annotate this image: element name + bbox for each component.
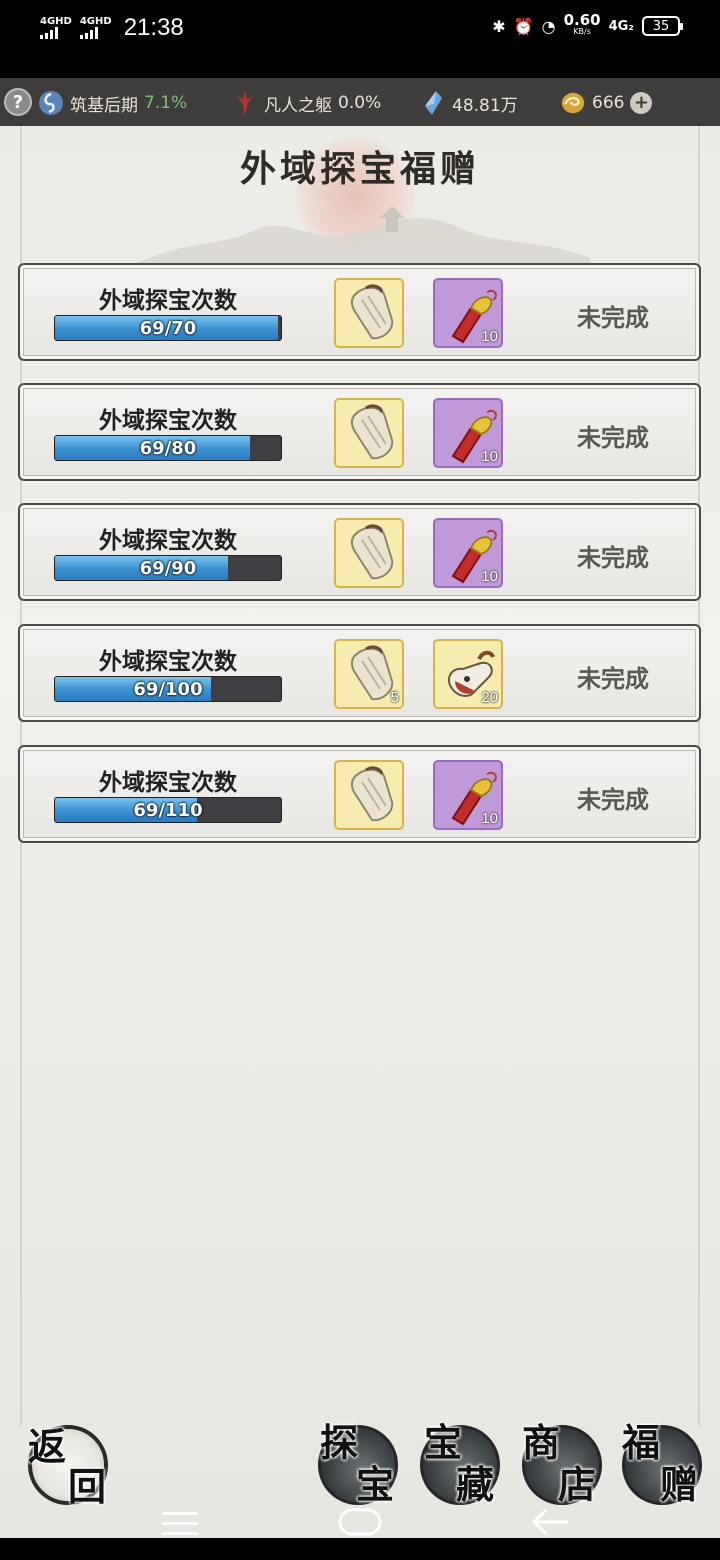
add-coin-button[interactable]: + bbox=[630, 92, 653, 114]
menu-icon[interactable] bbox=[162, 1510, 198, 1538]
progress-bar: 69/100 bbox=[54, 676, 282, 702]
back-label-1: 返 bbox=[28, 1424, 67, 1469]
gift-label-1: 福 bbox=[622, 1420, 661, 1465]
status-bar: 4GHD 4GHD 21:38 ✱ ⏰ ◔ 0.60 KB/s 4G₂ 35 bbox=[0, 0, 720, 78]
reward-item-2[interactable]: 10 bbox=[433, 398, 503, 468]
signal-2: 4GHD bbox=[79, 17, 112, 39]
resource-bar: ? 筑基后期 7.1% 凡人之躯 0.0% 48.81万 666 + bbox=[0, 78, 720, 126]
gold-coin-icon bbox=[561, 92, 585, 114]
progress-text: 69/70 bbox=[139, 317, 197, 339]
spear-icon bbox=[236, 90, 254, 116]
progress-bar: 69/90 bbox=[54, 555, 282, 581]
task-card: 外域探宝次数 69/80 10 未完成 bbox=[18, 383, 701, 481]
task-status[interactable]: 未完成 bbox=[577, 538, 649, 573]
progress-bar: 69/70 bbox=[54, 315, 282, 341]
progress-text: 69/80 bbox=[139, 437, 197, 459]
task-title: 外域探宝次数 bbox=[99, 649, 237, 675]
clock: 21:38 bbox=[123, 14, 184, 41]
swirl-icon bbox=[39, 91, 63, 115]
progress-text: 69/90 bbox=[139, 557, 197, 579]
task-title: 外域探宝次数 bbox=[99, 528, 237, 554]
explore-label-2: 宝 bbox=[356, 1462, 395, 1507]
progress-bar: 69/80 bbox=[54, 435, 282, 461]
battery-icon: 35 bbox=[642, 16, 683, 36]
progress-text: 69/110 bbox=[133, 799, 203, 821]
data-saver-icon: ◔ bbox=[541, 16, 556, 36]
help-button[interactable]: ? bbox=[4, 88, 32, 116]
reward-qty: 10 bbox=[481, 568, 498, 585]
task-status[interactable]: 未完成 bbox=[577, 418, 649, 453]
shop-label-2: 店 bbox=[558, 1462, 597, 1507]
reward-qty: 10 bbox=[481, 448, 498, 465]
network-type: 4G₂ bbox=[608, 18, 634, 34]
scroll-icon bbox=[350, 766, 394, 822]
task-status[interactable]: 未完成 bbox=[577, 298, 649, 333]
task-status[interactable]: 未完成 bbox=[577, 659, 649, 694]
reward-item-2[interactable]: 10 bbox=[433, 760, 503, 830]
task-status[interactable]: 未完成 bbox=[577, 780, 649, 815]
task-title: 外域探宝次数 bbox=[99, 770, 237, 796]
signal-1: 4GHD bbox=[40, 17, 72, 39]
bluetooth-icon: ✱ bbox=[492, 16, 506, 36]
task-card: 外域探宝次数 69/110 10 未完成 bbox=[18, 745, 701, 843]
reward-qty: 5 bbox=[390, 689, 399, 706]
reward-item-1[interactable] bbox=[334, 518, 404, 588]
cultivation-level[interactable]: 筑基后期 7.1% bbox=[38, 90, 187, 116]
game-screen: ? 筑基后期 7.1% 凡人之躯 0.0% 48.81万 666 + 外域探宝福… bbox=[0, 78, 720, 1538]
task-card: 外域探宝次数 69/70 10 未完成 bbox=[18, 263, 701, 361]
crystal-icon bbox=[425, 91, 442, 115]
coin-currency[interactable]: 666 + bbox=[560, 90, 653, 116]
reward-item-1[interactable] bbox=[334, 278, 404, 348]
page-title: 外域探宝福赠 bbox=[239, 148, 480, 190]
bottom-strip bbox=[0, 1538, 720, 1560]
treasure-label-2: 藏 bbox=[456, 1462, 495, 1507]
reward-item-2[interactable]: 10 bbox=[433, 518, 503, 588]
reward-item-2[interactable]: 10 bbox=[433, 278, 503, 348]
task-card: 外域探宝次数 69/100 5 20 未完成 bbox=[18, 624, 701, 722]
task-title: 外域探宝次数 bbox=[99, 288, 237, 314]
scroll-icon bbox=[350, 404, 394, 460]
back-arrow-icon[interactable] bbox=[530, 1506, 570, 1538]
shop-label-1: 商 bbox=[522, 1420, 561, 1465]
home-icon[interactable] bbox=[338, 1506, 382, 1538]
reward-qty: 10 bbox=[481, 328, 498, 345]
reward-item-1[interactable] bbox=[334, 398, 404, 468]
explore-label-1: 探 bbox=[320, 1420, 359, 1465]
treasure-label-1: 宝 bbox=[424, 1420, 463, 1465]
net-speed: 0.60 KB/s bbox=[563, 11, 601, 37]
reward-item-2[interactable]: 20 bbox=[433, 639, 503, 709]
reward-qty: 20 bbox=[481, 689, 498, 706]
task-title: 外域探宝次数 bbox=[99, 408, 237, 434]
progress-bar: 69/110 bbox=[54, 797, 282, 823]
gift-label-2: 赠 bbox=[660, 1462, 699, 1507]
body-level[interactable]: 凡人之躯 0.0% bbox=[232, 90, 381, 116]
reward-qty: 10 bbox=[481, 810, 498, 827]
crystal-currency[interactable]: 48.81万 bbox=[420, 90, 518, 116]
ink-landscape-decoration bbox=[130, 206, 590, 268]
progress-text: 69/100 bbox=[133, 678, 203, 700]
reward-item-1[interactable]: 5 bbox=[334, 639, 404, 709]
scroll-icon bbox=[350, 284, 394, 340]
task-card: 外域探宝次数 69/90 10 未完成 bbox=[18, 503, 701, 601]
alarm-icon: ⏰ bbox=[513, 16, 534, 36]
scroll-icon bbox=[350, 524, 394, 580]
reward-item-1[interactable] bbox=[334, 760, 404, 830]
